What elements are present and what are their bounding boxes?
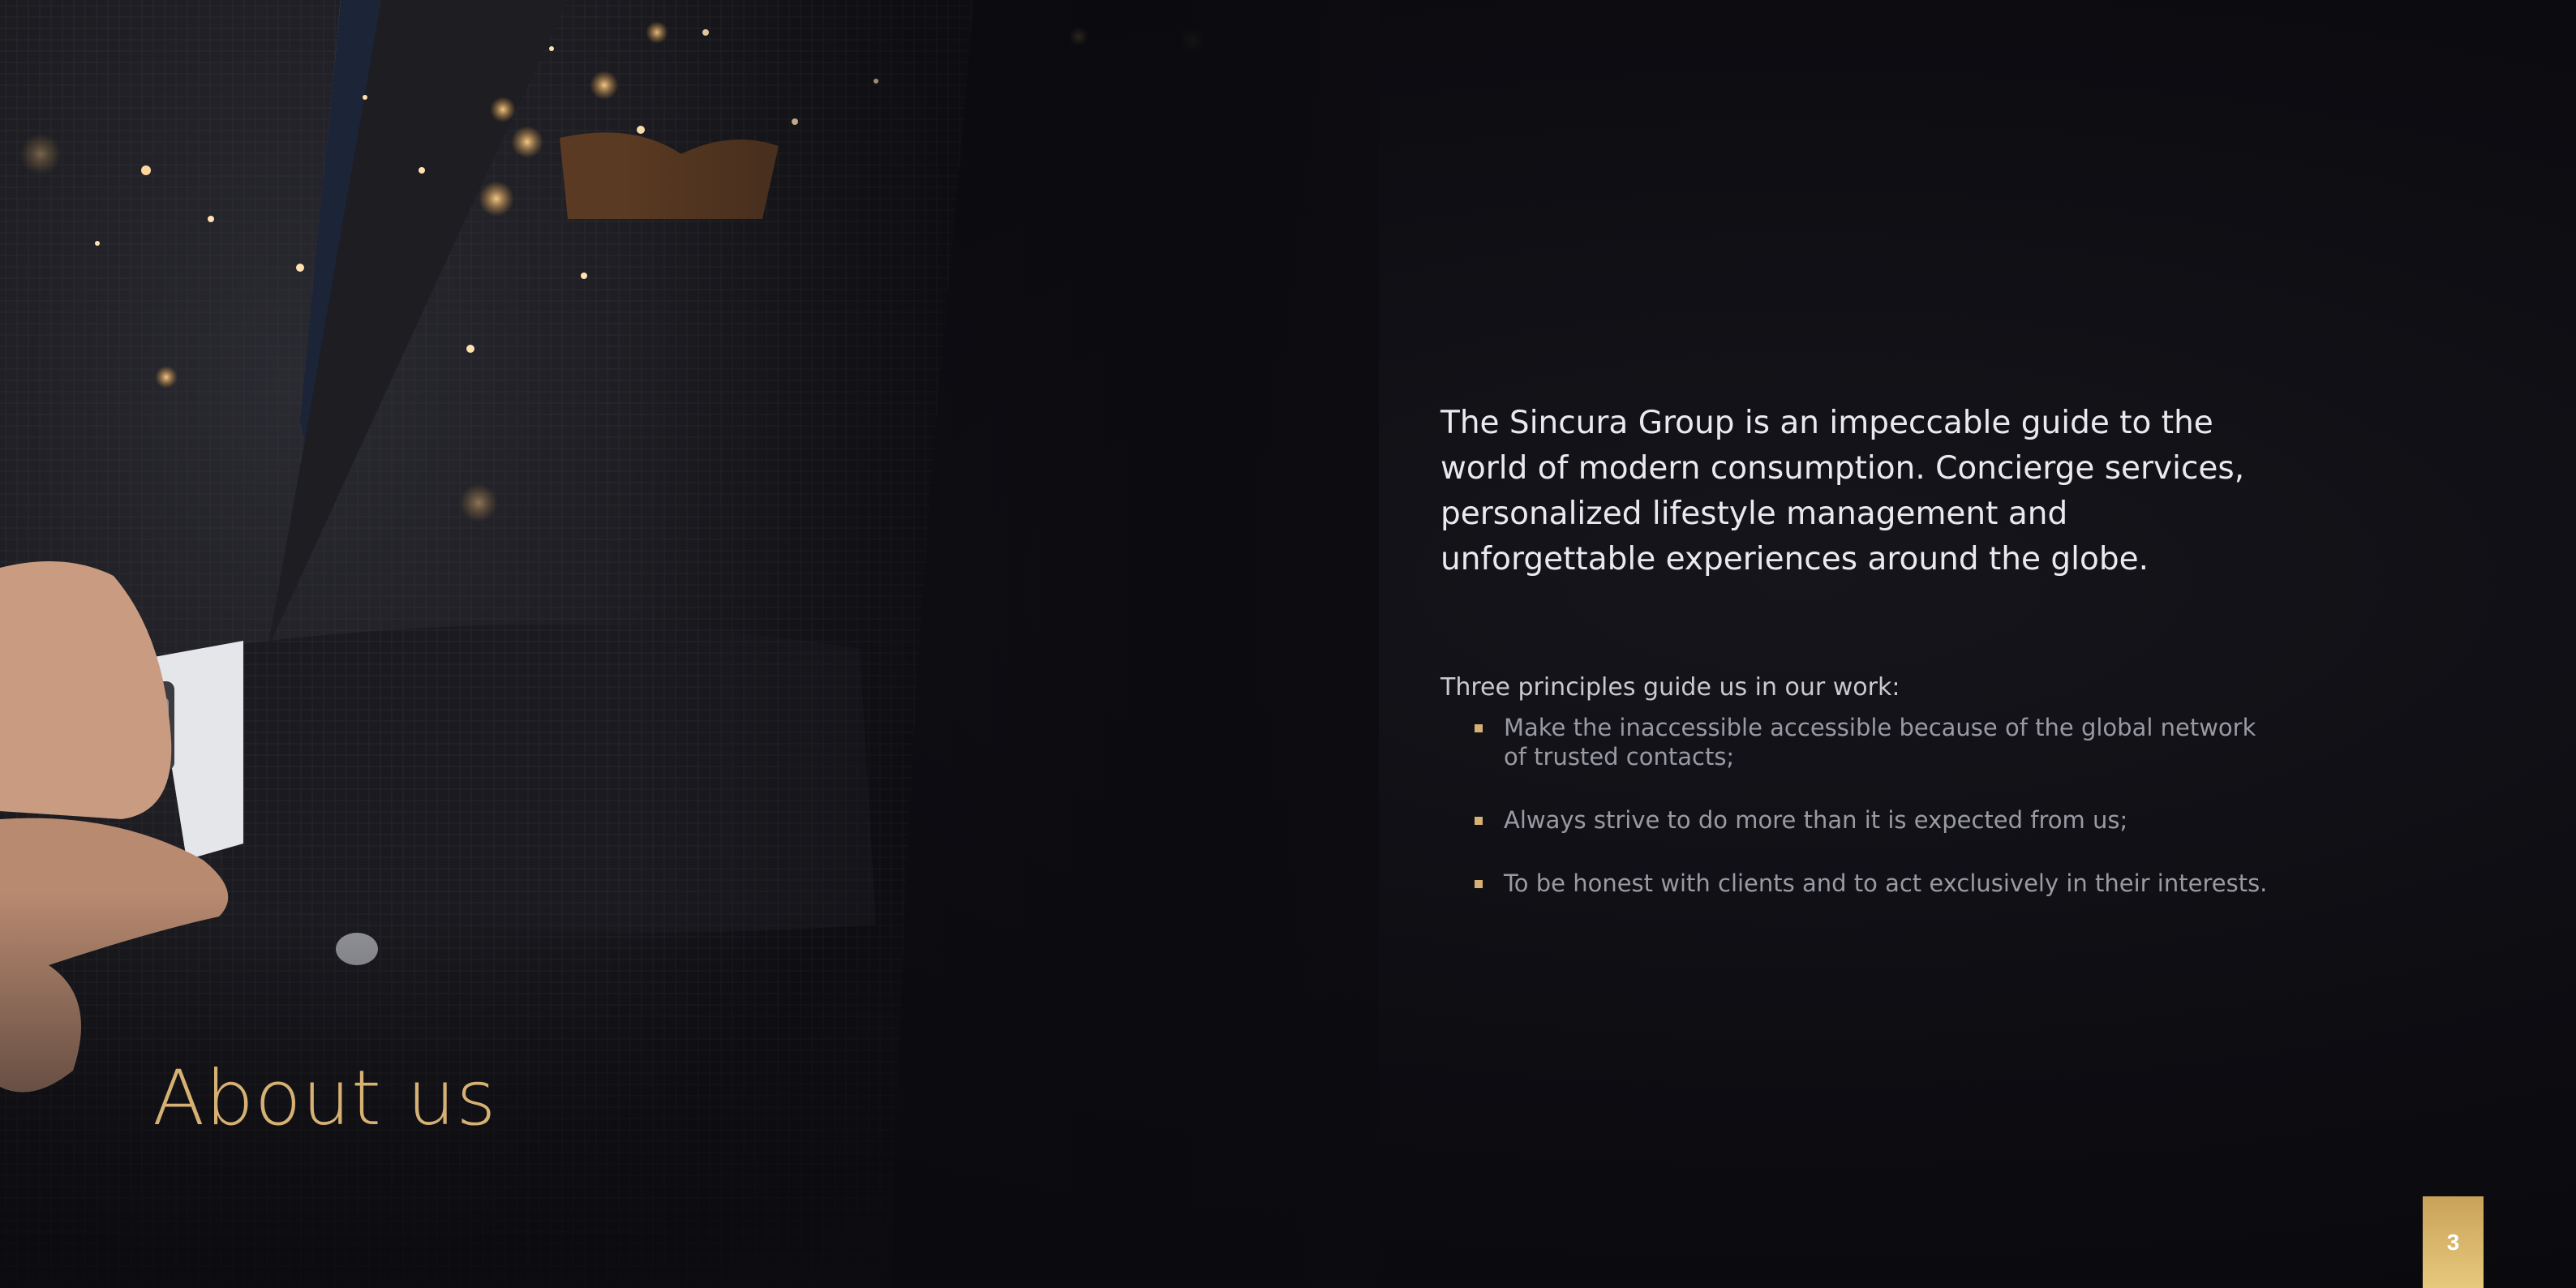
slide-page: About us The Sincura Group is an impecca… — [0, 0, 2576, 1288]
page-title: About us — [152, 1054, 497, 1143]
principle-item: Make the inaccessible accessible because… — [1475, 713, 2284, 771]
lead-paragraph: The Sincura Group is an impeccable guide… — [1440, 405, 2245, 577]
principle-item: Always strive to do more than it is expe… — [1475, 805, 2284, 835]
content-column: The Sincura Group is an impeccable guide… — [1440, 401, 2284, 932]
page-number-badge: 3 — [2423, 1196, 2484, 1288]
square-bullet-icon — [1475, 724, 1483, 732]
principle-text: Always strive to do more than it is expe… — [1504, 806, 2128, 834]
principle-text: Make the inaccessible accessible because… — [1504, 714, 2256, 771]
principles-intro: Three principles guide us in our work: — [1440, 673, 1900, 702]
principles-list: Make the inaccessible accessible because… — [1440, 713, 2284, 898]
page-number: 3 — [2446, 1229, 2460, 1255]
principle-item: To be honest with clients and to act exc… — [1475, 869, 2284, 898]
principle-text: To be honest with clients and to act exc… — [1504, 869, 2268, 897]
square-bullet-icon — [1475, 817, 1483, 825]
square-bullet-icon — [1475, 880, 1483, 888]
